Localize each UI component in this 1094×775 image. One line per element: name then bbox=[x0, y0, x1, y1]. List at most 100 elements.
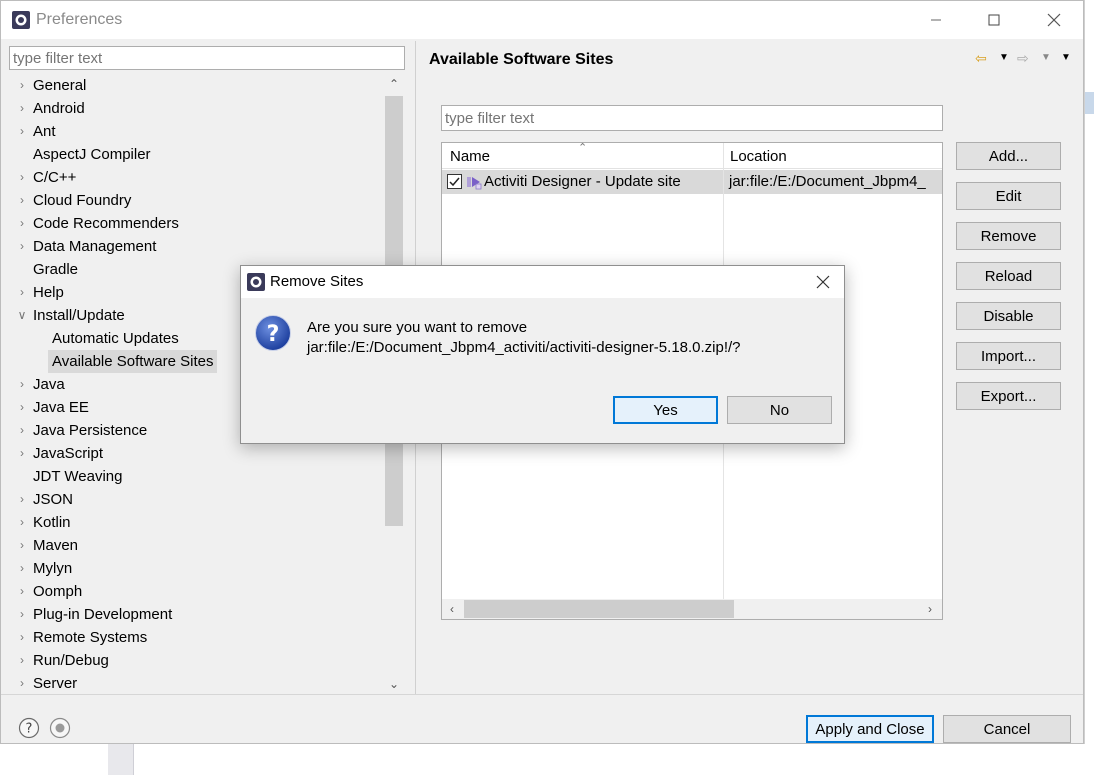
column-header-location[interactable]: Location bbox=[730, 148, 787, 165]
tree-item[interactable]: › Oomph bbox=[9, 580, 384, 603]
chevron-right-icon[interactable]: › bbox=[15, 442, 29, 465]
tree-item[interactable]: JDT Weaving bbox=[9, 465, 384, 488]
tree-item-label: Automatic Updates bbox=[52, 330, 179, 347]
chevron-right-icon[interactable]: › bbox=[15, 488, 29, 511]
tree-item[interactable]: › Cloud Foundry bbox=[9, 189, 384, 212]
tree-filter-input[interactable] bbox=[9, 46, 405, 70]
chevron-right-icon[interactable]: › bbox=[15, 281, 29, 304]
tree-item-label: Ant bbox=[33, 123, 56, 140]
tree-item[interactable]: › Ant bbox=[9, 120, 384, 143]
record-icon[interactable] bbox=[49, 717, 71, 739]
chevron-right-icon[interactable]: › bbox=[15, 580, 29, 603]
chevron-right-icon[interactable]: › bbox=[15, 74, 29, 97]
title-bar: Preferences bbox=[1, 1, 1083, 39]
chevron-right-icon[interactable]: › bbox=[15, 373, 29, 396]
remove-button[interactable]: Remove bbox=[956, 222, 1061, 250]
window-title: Preferences bbox=[36, 11, 123, 28]
chevron-right-icon[interactable]: › bbox=[15, 235, 29, 258]
yes-button[interactable]: Yes bbox=[613, 396, 718, 424]
disable-button[interactable]: Disable bbox=[956, 302, 1061, 330]
chevron-right-icon[interactable]: › bbox=[15, 419, 29, 442]
tree-item[interactable]: › Maven bbox=[9, 534, 384, 557]
background-editor bbox=[1084, 0, 1094, 775]
tree-item-label: Kotlin bbox=[33, 514, 71, 531]
minimize-button[interactable] bbox=[913, 1, 959, 39]
chevron-right-icon[interactable]: › bbox=[15, 396, 29, 419]
tree-item-label: Server bbox=[33, 675, 78, 692]
maximize-button[interactable] bbox=[971, 1, 1017, 39]
tree-item[interactable]: › Android bbox=[9, 97, 384, 120]
tree-item-label: Java bbox=[33, 376, 65, 393]
svg-text:?: ? bbox=[26, 722, 33, 737]
tree-item-label: Mylyn bbox=[33, 560, 73, 577]
chevron-right-icon[interactable]: › bbox=[15, 120, 29, 143]
tree-item[interactable]: AspectJ Compiler bbox=[9, 143, 384, 166]
close-icon[interactable] bbox=[813, 272, 833, 292]
minimize-icon bbox=[931, 19, 941, 21]
tree-item[interactable]: › Remote Systems bbox=[9, 626, 384, 649]
chevron-right-icon[interactable]: › bbox=[15, 97, 29, 120]
help-icon[interactable]: ? bbox=[18, 717, 40, 739]
tree-item[interactable]: › General bbox=[9, 74, 384, 97]
import-button[interactable]: Import... bbox=[956, 342, 1061, 370]
column-header-name[interactable]: Name bbox=[450, 148, 490, 165]
chevron-right-icon[interactable]: › bbox=[15, 603, 29, 626]
tree-item[interactable]: › Plug-in Development bbox=[9, 603, 384, 626]
tree-item[interactable]: › JSON bbox=[9, 488, 384, 511]
edit-button[interactable]: Edit bbox=[956, 182, 1061, 210]
tree-item[interactable]: › JavaScript bbox=[9, 442, 384, 465]
chevron-right-icon[interactable]: › bbox=[15, 534, 29, 557]
tree-item[interactable]: › Kotlin bbox=[9, 511, 384, 534]
page-title: Available Software Sites bbox=[429, 51, 614, 68]
tree-item[interactable]: › C/C++ bbox=[9, 166, 384, 189]
tree-item[interactable]: › Server bbox=[9, 672, 384, 694]
reload-button[interactable]: Reload bbox=[956, 262, 1061, 290]
chevron-right-icon[interactable]: › bbox=[15, 649, 29, 672]
tree-item-label: General bbox=[33, 77, 87, 94]
table-row[interactable]: Activiti Designer - Update site jar:file… bbox=[442, 170, 942, 194]
tree-item-label: AspectJ Compiler bbox=[33, 146, 151, 163]
tree-item-label: Android bbox=[33, 100, 85, 117]
site-enabled-checkbox[interactable] bbox=[447, 174, 462, 189]
tree-item-label: Code Recommenders bbox=[33, 215, 179, 232]
tree-item-label: Remote Systems bbox=[33, 629, 148, 646]
cancel-button[interactable]: Cancel bbox=[943, 715, 1071, 743]
scroll-up-icon[interactable]: ⌃ bbox=[384, 74, 404, 94]
maximize-icon bbox=[988, 14, 1000, 26]
tree-item[interactable]: › Code Recommenders bbox=[9, 212, 384, 235]
chevron-right-icon[interactable]: › bbox=[15, 166, 29, 189]
apply-and-close-button[interactable]: Apply and Close bbox=[806, 715, 934, 743]
close-window-button[interactable] bbox=[1031, 1, 1077, 39]
back-arrow-icon[interactable]: ⇦ bbox=[975, 47, 987, 69]
eclipse-app-icon bbox=[12, 11, 30, 29]
forward-menu-icon[interactable]: ▼ bbox=[1041, 47, 1051, 69]
site-name: Activiti Designer - Update site bbox=[484, 173, 681, 190]
tree-item-label: Install/Update bbox=[33, 307, 125, 324]
tree-item-label: Run/Debug bbox=[33, 652, 109, 669]
chevron-right-icon[interactable]: › bbox=[15, 626, 29, 649]
scroll-right-icon[interactable]: › bbox=[920, 599, 940, 619]
no-button[interactable]: No bbox=[727, 396, 832, 424]
export-button[interactable]: Export... bbox=[956, 382, 1061, 410]
chevron-right-icon[interactable]: › bbox=[15, 672, 29, 694]
table-scroll-thumb[interactable] bbox=[464, 600, 734, 618]
tree-item-label: JDT Weaving bbox=[33, 468, 123, 485]
add-button[interactable]: Add... bbox=[956, 142, 1061, 170]
dialog-message-line: Are you sure you want to remove bbox=[307, 319, 528, 336]
back-menu-icon[interactable]: ▼ bbox=[999, 47, 1009, 69]
chevron-right-icon[interactable]: › bbox=[15, 557, 29, 580]
scroll-left-icon[interactable]: ‹ bbox=[442, 599, 462, 619]
forward-arrow-icon[interactable]: ⇨ bbox=[1017, 47, 1029, 69]
tree-item[interactable]: › Mylyn bbox=[9, 557, 384, 580]
table-horizontal-scrollbar[interactable]: ‹ › bbox=[442, 599, 942, 619]
tree-item[interactable]: › Data Management bbox=[9, 235, 384, 258]
view-menu-icon[interactable]: ▼ bbox=[1061, 47, 1071, 69]
tree-item-label: Maven bbox=[33, 537, 79, 554]
sites-filter-input[interactable] bbox=[441, 105, 943, 131]
tree-item[interactable]: › Run/Debug bbox=[9, 649, 384, 672]
chevron-right-icon[interactable]: › bbox=[15, 511, 29, 534]
scroll-down-icon[interactable]: ⌄ bbox=[384, 674, 404, 694]
chevron-down-icon[interactable]: ∨ bbox=[15, 304, 29, 327]
chevron-right-icon[interactable]: › bbox=[15, 189, 29, 212]
chevron-right-icon[interactable]: › bbox=[15, 212, 29, 235]
